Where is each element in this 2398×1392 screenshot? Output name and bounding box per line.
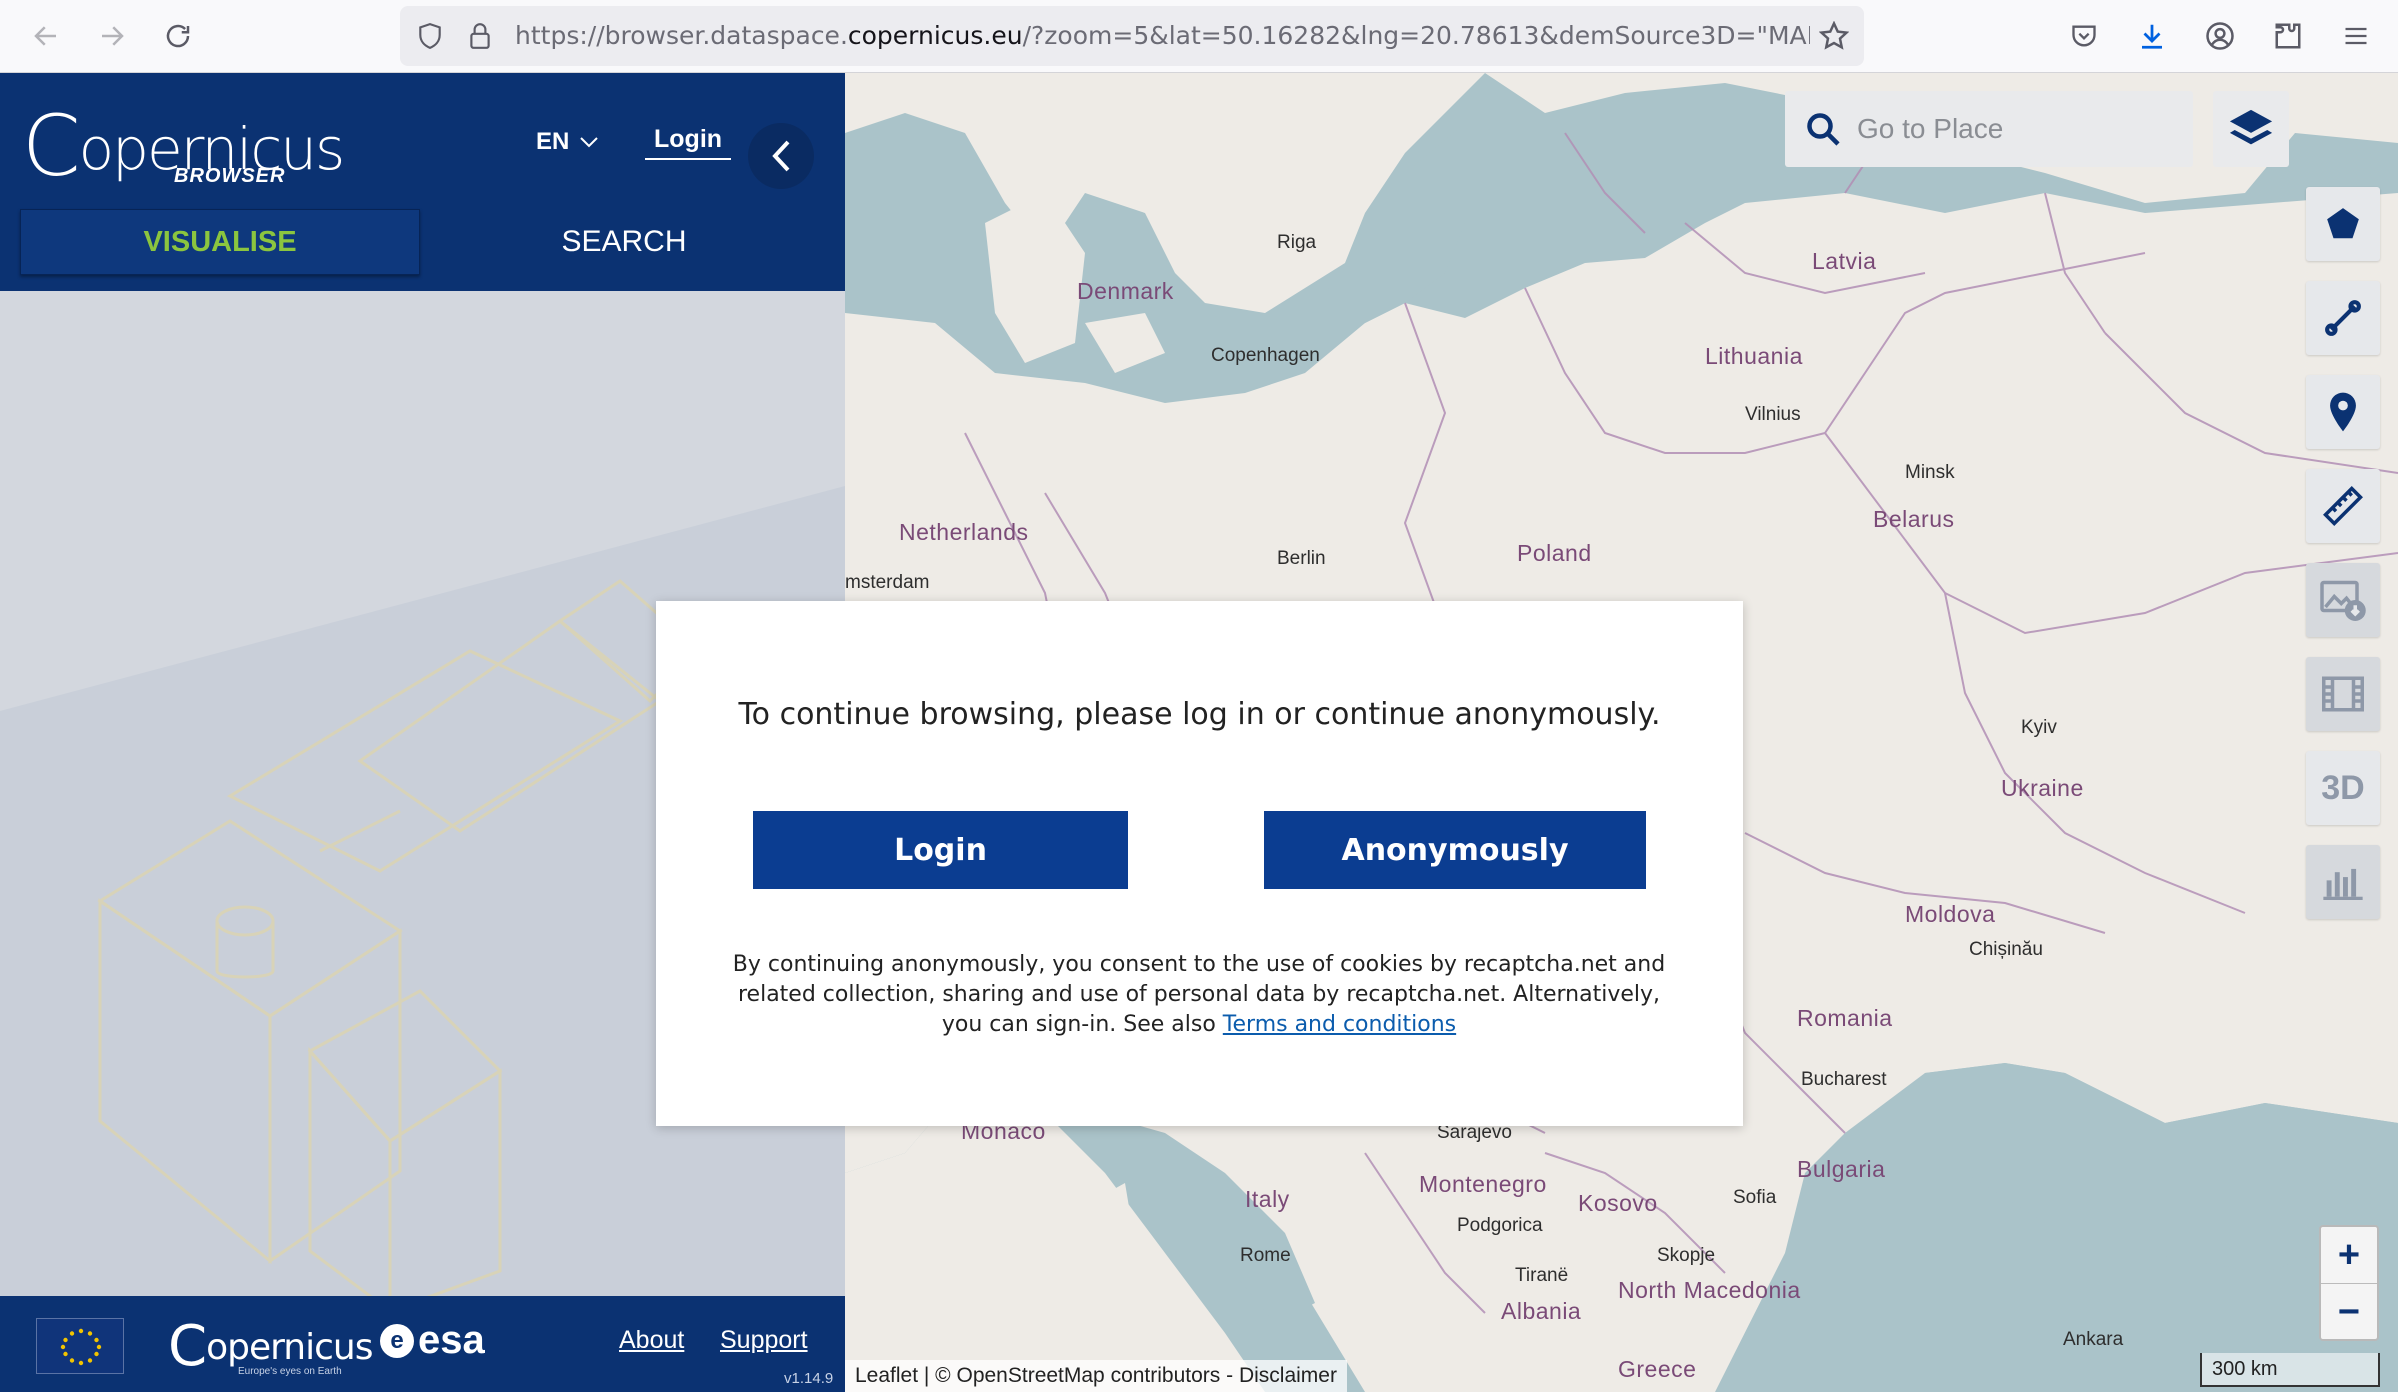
- menu-hamburger-icon[interactable]: [2336, 16, 2376, 56]
- back-button[interactable]: [20, 10, 72, 62]
- dialog-anonymous-button[interactable]: Anonymously: [1264, 811, 1646, 889]
- url-text[interactable]: https://browser.dataspace.copernicus.eu/…: [515, 20, 1810, 52]
- account-icon[interactable]: [2200, 16, 2240, 56]
- forward-button[interactable]: [86, 10, 138, 62]
- reload-icon: [166, 24, 190, 48]
- extensions-puzzle-icon[interactable]: [2268, 16, 2308, 56]
- forward-arrow-icon: [102, 26, 124, 46]
- dialog-message: To continue browsing, please log in or c…: [738, 697, 1661, 732]
- bookmark-star-icon[interactable]: [1814, 16, 1854, 56]
- tracking-protection-shield-icon[interactable]: [410, 16, 450, 56]
- browser-toolbar: https://browser.dataspace.copernicus.eu/…: [0, 0, 2398, 73]
- address-bar[interactable]: https://browser.dataspace.copernicus.eu/…: [400, 6, 1864, 66]
- back-arrow-icon: [34, 26, 56, 46]
- login-prompt-dialog: To continue browsing, please log in or c…: [656, 601, 1743, 1126]
- lock-icon[interactable]: [460, 16, 500, 56]
- reload-button[interactable]: [152, 10, 204, 62]
- consent-note: By continuing anonymously, you consent t…: [724, 950, 1674, 1040]
- pocket-icon[interactable]: [2064, 16, 2104, 56]
- consent-text: By continuing anonymously, you consent t…: [732, 952, 1666, 1037]
- dialog-login-button[interactable]: Login: [753, 811, 1128, 889]
- downloads-icon[interactable]: [2132, 16, 2172, 56]
- terms-and-conditions-link[interactable]: Terms and conditions: [1223, 1012, 1456, 1037]
